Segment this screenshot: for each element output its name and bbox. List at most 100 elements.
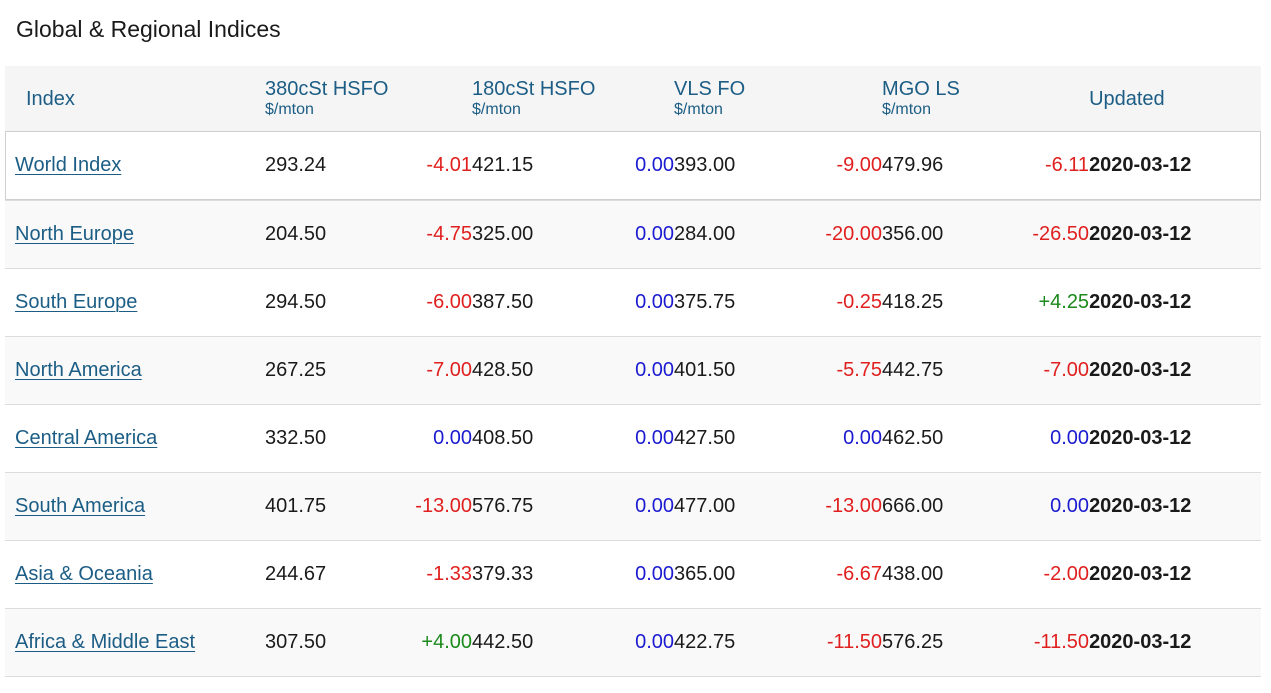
hsfo380-change: +4.00 xyxy=(421,630,473,653)
hsfo180-price: 325.00 xyxy=(472,222,534,245)
hsfo380-change-cell: -4.75 xyxy=(385,200,472,268)
table-row: North Europe 204.50 -4.75 325.00 0.00 28… xyxy=(5,200,1262,268)
region-link[interactable]: Central America xyxy=(15,427,157,449)
vlsfo-change: -20.00 xyxy=(825,222,883,245)
vlsfo-price: 427.50 xyxy=(674,426,736,449)
header-hsfo380-unit: $/mton xyxy=(265,100,314,118)
mgols-change-cell: -6.11 xyxy=(1002,131,1089,200)
updated-date: 2020-03-12 xyxy=(1089,426,1192,449)
mgols-change: -26.50 xyxy=(1032,222,1090,245)
hsfo180-price: 421.15 xyxy=(472,153,534,176)
updated-date: 2020-03-12 xyxy=(1089,494,1192,517)
vlsfo-change-cell: -20.00 xyxy=(794,200,882,268)
mgols-change: -7.00 xyxy=(1043,358,1090,381)
mgols-change-cell: +4.25 xyxy=(1002,268,1089,336)
region-link[interactable]: South America xyxy=(15,495,145,517)
mgols-change-cell: 0.00 xyxy=(1002,404,1089,472)
hsfo180-change-cell: 0.00 xyxy=(592,131,674,200)
header-mgols-unit: $/mton xyxy=(882,100,931,118)
table-row: South America 401.75 -13.00 576.75 0.00 … xyxy=(5,472,1262,540)
hsfo180-price: 576.75 xyxy=(472,494,534,517)
mgols-price: 442.75 xyxy=(882,358,944,381)
mgols-change-cell: 0.00 xyxy=(1002,472,1089,540)
hsfo380-price: 267.25 xyxy=(265,358,327,381)
header-mgols-label: MGO LS xyxy=(882,77,960,100)
page: Global & Regional Indices Index 380cSt H… xyxy=(0,0,1271,693)
mgols-price: 356.00 xyxy=(882,222,944,245)
updated-date: 2020-03-12 xyxy=(1089,153,1192,176)
region-link[interactable]: Africa & Middle East xyxy=(15,631,195,653)
hsfo180-change-cell: 0.00 xyxy=(592,472,674,540)
mgols-change: 0.00 xyxy=(1050,426,1090,449)
hsfo180-change: 0.00 xyxy=(635,494,675,517)
hsfo380-price: 401.75 xyxy=(265,494,327,517)
hsfo380-price: 332.50 xyxy=(265,426,327,449)
table-row: North America 267.25 -7.00 428.50 0.00 4… xyxy=(5,336,1262,404)
region-cell: World Index xyxy=(5,131,265,200)
hsfo380-change: -6.00 xyxy=(426,290,473,313)
region-link[interactable]: South Europe xyxy=(15,291,137,313)
vlsfo-change-cell: -9.00 xyxy=(794,131,882,200)
hsfo380-change: 0.00 xyxy=(433,426,473,449)
vlsfo-change: -13.00 xyxy=(825,494,883,517)
vlsfo-change: -5.75 xyxy=(836,358,883,381)
updated-date: 2020-03-12 xyxy=(1089,630,1192,653)
mgols-change: -2.00 xyxy=(1043,562,1090,585)
mgols-change: +4.25 xyxy=(1038,290,1090,313)
hsfo380-price: 294.50 xyxy=(265,290,327,313)
vlsfo-change-cell: -11.50 xyxy=(794,608,882,676)
hsfo380-change-cell: 0.00 xyxy=(385,404,472,472)
vlsfo-change-cell: -5.75 xyxy=(794,336,882,404)
table-header: Index 380cSt HSFO $/mton 180cSt HSFO $/m… xyxy=(5,66,1262,131)
mgols-price: 576.25 xyxy=(882,630,944,653)
hsfo380-change: -1.33 xyxy=(426,562,473,585)
mgols-price: 666.00 xyxy=(882,494,944,517)
hsfo380-price: 244.67 xyxy=(265,562,327,585)
updated-date: 2020-03-12 xyxy=(1089,290,1192,313)
region-cell: North Europe xyxy=(5,200,265,268)
region-cell: Central America xyxy=(5,404,265,472)
region-link[interactable]: Asia & Oceania xyxy=(15,563,153,585)
indices-table: Index 380cSt HSFO $/mton 180cSt HSFO $/m… xyxy=(5,66,1262,677)
updated-date: 2020-03-12 xyxy=(1089,358,1192,381)
region-cell: South Europe xyxy=(5,268,265,336)
mgols-price: 479.96 xyxy=(882,153,944,176)
header-vlsfo: VLS FO $/mton xyxy=(674,66,882,131)
hsfo180-change-cell: 0.00 xyxy=(592,608,674,676)
updated-date: 2020-03-12 xyxy=(1089,562,1192,585)
hsfo180-change: 0.00 xyxy=(635,290,675,313)
hsfo180-price: 387.50 xyxy=(472,290,534,313)
hsfo380-price: 307.50 xyxy=(265,630,327,653)
mgols-change: -11.50 xyxy=(1033,630,1090,653)
hsfo180-change: 0.00 xyxy=(635,630,675,653)
hsfo380-change: -13.00 xyxy=(415,494,473,517)
mgols-price: 462.50 xyxy=(882,426,944,449)
vlsfo-price: 365.00 xyxy=(674,562,736,585)
table-row: Asia & Oceania 244.67 -1.33 379.33 0.00 … xyxy=(5,540,1262,608)
vlsfo-change: -11.50 xyxy=(826,630,883,653)
region-cell: North America xyxy=(5,336,265,404)
hsfo380-change-cell: -4.01 xyxy=(385,131,472,200)
region-link[interactable]: World Index xyxy=(15,154,121,176)
header-hsfo180: 180cSt HSFO $/mton xyxy=(472,66,674,131)
hsfo380-change: -4.01 xyxy=(426,153,473,176)
mgols-change-cell: -7.00 xyxy=(1002,336,1089,404)
header-index: Index xyxy=(5,66,265,131)
mgols-change: 0.00 xyxy=(1050,494,1090,517)
region-link[interactable]: North America xyxy=(15,359,142,381)
hsfo380-price: 293.24 xyxy=(265,153,327,176)
hsfo380-change: -4.75 xyxy=(426,222,473,245)
updated-date: 2020-03-12 xyxy=(1089,222,1192,245)
header-hsfo180-label: 180cSt HSFO xyxy=(472,77,596,100)
hsfo180-change: 0.00 xyxy=(635,426,675,449)
region-link[interactable]: North Europe xyxy=(15,223,134,245)
mgols-change-cell: -11.50 xyxy=(1002,608,1089,676)
hsfo180-change: 0.00 xyxy=(635,222,675,245)
hsfo380-change: -7.00 xyxy=(426,358,473,381)
vlsfo-change-cell: -13.00 xyxy=(794,472,882,540)
hsfo180-change: 0.00 xyxy=(635,358,675,381)
page-title: Global & Regional Indices xyxy=(16,16,281,42)
vlsfo-change: -0.25 xyxy=(836,290,883,313)
vlsfo-change-cell: -6.67 xyxy=(794,540,882,608)
hsfo380-change-cell: -6.00 xyxy=(385,268,472,336)
